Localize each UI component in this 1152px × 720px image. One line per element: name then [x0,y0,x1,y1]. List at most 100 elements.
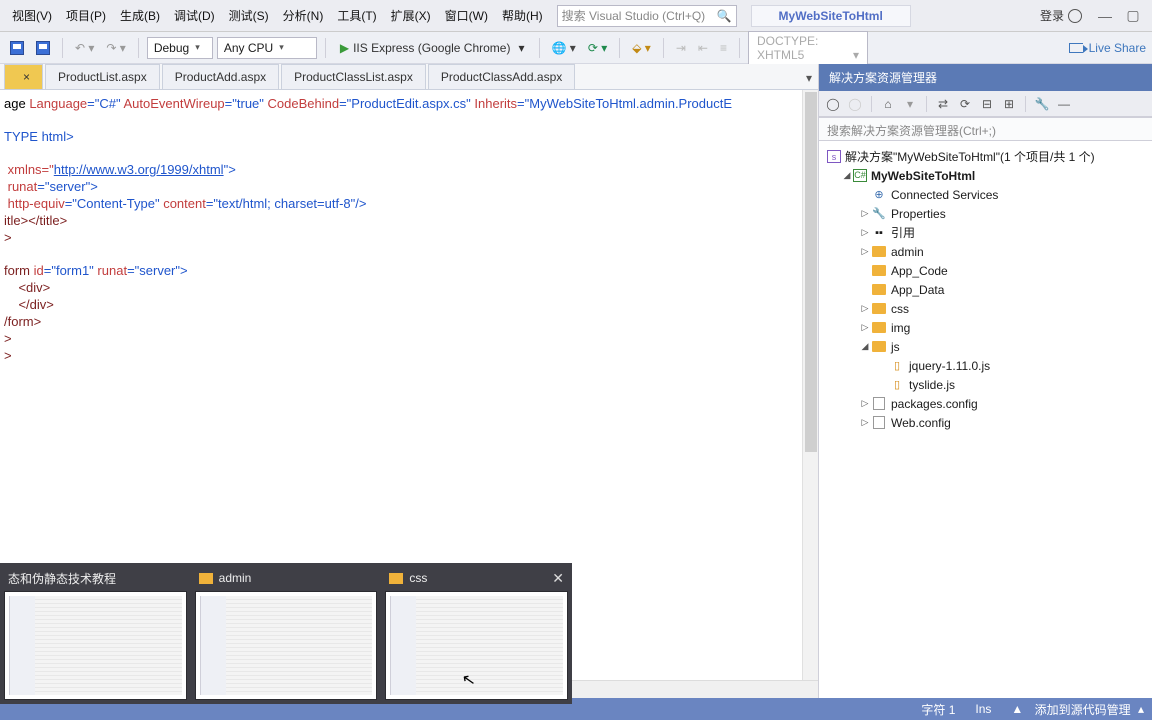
sign-in-button[interactable]: 登录 [1032,3,1090,28]
menu-bar: 视图(V) 项目(P) 生成(B) 调试(D) 测试(S) 分析(N) 工具(T… [0,0,1152,32]
collapse-all-icon[interactable]: ⊟ [979,96,995,112]
menu-tools[interactable]: 工具(T) [331,3,382,28]
menu-help[interactable]: 帮助(H) [496,3,549,28]
redo-button[interactable]: ↷ ▾ [102,38,129,58]
menu-debug[interactable]: 调试(D) [168,3,221,28]
tab-productadd[interactable]: ProductAdd.aspx [162,64,279,89]
tree-admin-folder[interactable]: ▷admin [819,242,1152,261]
tab-productclassadd[interactable]: ProductClassAdd.aspx [428,64,575,89]
tab-current[interactable]: × [4,64,43,89]
csharp-project-icon: C# [853,169,867,182]
liveshare-icon [1069,43,1083,53]
tree-appdata-folder[interactable]: App_Data [819,280,1152,299]
menu-extensions[interactable]: 扩展(X) [385,3,437,28]
toolbar-btn-1[interactable]: ⬙ ▾ [628,38,655,58]
references-icon: ▪▪ [871,226,887,240]
solution-explorer-toolbar: ◯ ◯ ⌂ ▾ ⇄ ⟳ ⊟ ⊞ 🔧 — [819,91,1152,117]
solution-icon: s [827,150,841,163]
browser-link-button[interactable]: 🌐 ▾ [548,38,580,58]
solution-explorer-panel: 解决方案资源管理器 ◯ ◯ ⌂ ▾ ⇄ ⟳ ⊟ ⊞ 🔧 — 搜索解决方案资源管理… [818,64,1152,698]
tree-connected-services[interactable]: ⊕Connected Services [819,185,1152,204]
folder-icon [389,573,403,584]
minimize-button[interactable]: — [1092,8,1118,24]
preview-icon[interactable]: — [1056,96,1072,112]
menu-project[interactable]: 项目(P) [60,3,112,28]
live-share-icon[interactable]: ▾ [902,96,918,112]
play-icon: ▶ [340,41,349,55]
js-file-icon: ▯ [889,359,905,373]
tree-css-folder[interactable]: ▷css [819,299,1152,318]
toolbar-btn-3[interactable]: ⇤ [694,38,712,58]
main-toolbar: ↶ ▾ ↷ ▾ Debug▾ Any CPU▾ ▶IIS Express (Go… [0,32,1152,64]
configuration-dropdown[interactable]: Debug▾ [147,37,213,59]
folder-icon [872,246,886,257]
taskbar-thumb-css[interactable]: css✕ [385,567,568,700]
tree-img-folder[interactable]: ▷img [819,318,1152,337]
tree-properties[interactable]: ▷🔧Properties [819,204,1152,223]
maximize-button[interactable]: ▢ [1120,7,1146,24]
sync-icon[interactable]: ⇄ [935,96,951,112]
menu-analyze[interactable]: 分析(N) [277,3,330,28]
nav-fwd-icon[interactable]: ◯ [847,96,863,112]
tree-references[interactable]: ▷▪▪引用 [819,223,1152,242]
tree-project[interactable]: ◢C#MyWebSiteToHtml [819,166,1152,185]
refresh-button[interactable]: ⟳ ▾ [584,38,611,58]
project-name-display[interactable]: MyWebSiteToHtml [751,5,911,27]
run-button[interactable]: ▶IIS Express (Google Chrome)▾ [334,39,531,57]
folder-icon [872,322,886,333]
home-icon[interactable]: ⌂ [880,96,896,112]
folder-icon [872,265,886,276]
menu-build[interactable]: 生成(B) [114,3,166,28]
search-icon: 🔍 [717,9,732,23]
tree-tyslide-file[interactable]: ▯tyslide.js [819,375,1152,394]
config-file-icon [871,416,887,430]
nav-back-icon[interactable]: ◯ [825,96,841,112]
platform-dropdown[interactable]: Any CPU▾ [217,37,317,59]
tree-js-folder[interactable]: ◢js [819,337,1152,356]
solution-tree[interactable]: s解决方案"MyWebSiteToHtml"(1 个项目/共 1 个) ◢C#M… [819,141,1152,698]
menu-test[interactable]: 测试(S) [223,3,275,28]
undo-button[interactable]: ↶ ▾ [71,38,98,58]
taskbar-thumb-admin[interactable]: admin [195,567,378,700]
tree-web-config[interactable]: ▷Web.config [819,413,1152,432]
tabs-overflow-button[interactable]: ▾ [800,67,818,89]
editor-vertical-scrollbar[interactable] [802,90,818,680]
wrench-icon: 🔧 [871,207,887,221]
search-placeholder: 搜索 Visual Studio (Ctrl+Q) [562,7,706,24]
tab-productclasslist[interactable]: ProductClassList.aspx [281,64,426,89]
refresh-tree-icon[interactable]: ⟳ [957,96,973,112]
config-file-icon [871,397,887,411]
taskbar-preview: 态和伪静态技术教程 admin css✕ [0,563,572,704]
save-all-button[interactable] [32,38,54,58]
tree-packages-config[interactable]: ▷packages.config [819,394,1152,413]
tab-close-icon[interactable]: × [23,70,30,84]
toolbar-btn-2[interactable]: ⇥ [672,38,690,58]
properties-icon[interactable]: 🔧 [1034,96,1050,112]
tree-appcode-folder[interactable]: App_Code [819,261,1152,280]
tree-solution[interactable]: s解决方案"MyWebSiteToHtml"(1 个项目/共 1 个) [819,147,1152,166]
close-icon[interactable]: ✕ [552,570,564,587]
toolbar-btn-4[interactable]: ≡ [716,38,731,58]
taskbar-thumb-1[interactable]: 态和伪静态技术教程 [4,567,187,700]
menu-view[interactable]: 视图(V) [6,3,58,28]
doctype-dropdown[interactable]: DOCTYPE: XHTML5 ▾ [748,31,868,65]
status-ins: Ins [975,702,991,716]
quick-search-input[interactable]: 搜索 Visual Studio (Ctrl+Q) 🔍 [557,5,737,27]
tree-jquery-file[interactable]: ▯jquery-1.11.0.js [819,356,1152,375]
document-tabs: × ProductList.aspx ProductAdd.aspx Produ… [0,64,818,90]
solution-search-input[interactable]: 搜索解决方案资源管理器(Ctrl+;) [819,117,1152,141]
menu-window[interactable]: 窗口(W) [439,3,494,28]
save-icon [10,41,24,55]
show-all-icon[interactable]: ⊞ [1001,96,1017,112]
folder-icon [199,573,213,584]
user-icon [1068,9,1082,23]
tab-productlist[interactable]: ProductList.aspx [45,64,160,89]
folder-icon [872,341,886,352]
liveshare-button[interactable]: Live Share [1089,41,1146,55]
js-file-icon: ▯ [889,378,905,392]
status-source-control[interactable]: ▲ 添加到源代码管理 ▴ [1011,701,1144,718]
save-button[interactable] [6,38,28,58]
folder-icon [872,284,886,295]
folder-icon [872,303,886,314]
connected-services-icon: ⊕ [871,188,887,202]
